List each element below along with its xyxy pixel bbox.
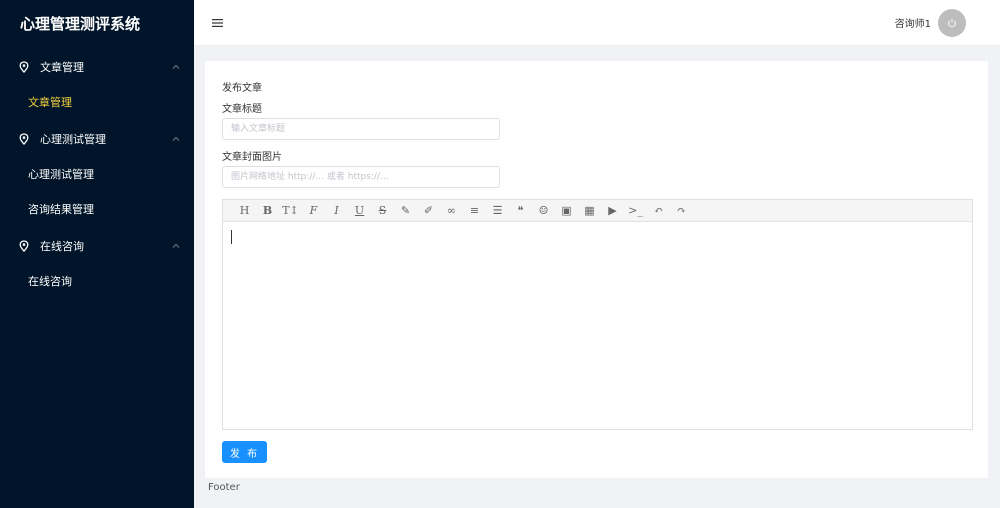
- strikethrough-icon[interactable]: S: [371, 200, 394, 222]
- emoji-icon[interactable]: ☺: [532, 200, 555, 222]
- code-icon[interactable]: >_: [624, 200, 647, 222]
- marker-icon[interactable]: ✎: [394, 200, 417, 222]
- editor-toolbar: H B T↕ F I U S ✎ ✐ ∞ ≡ ☰ ❝ ☺ ▣ ▦ ▶ >_ ↶ ↷: [223, 200, 972, 222]
- menu-header-label: 在线咨询: [40, 239, 84, 253]
- image-icon[interactable]: ▣: [555, 200, 578, 222]
- sidebar-item-consult-results[interactable]: 咨询结果管理: [0, 192, 194, 227]
- menu-header-articles[interactable]: 文章管理: [0, 48, 194, 85]
- menu-group-psych-tests: 心理测试管理 心理测试管理 咨询结果管理: [0, 120, 194, 227]
- app-title: 心理管理测评系统: [20, 15, 141, 33]
- cover-image-url-input[interactable]: [222, 166, 500, 188]
- sidebar-item-article-management[interactable]: 文章管理: [0, 85, 194, 120]
- sidebar-item-online-consult[interactable]: 在线咨询: [0, 264, 194, 299]
- text-caret: [231, 230, 232, 244]
- top-header: 咨询师1: [194, 0, 1000, 46]
- unordered-list-icon[interactable]: ≡: [463, 200, 486, 222]
- text-size-icon[interactable]: T↕: [279, 200, 302, 222]
- footer: Footer: [208, 482, 240, 493]
- editor-content-area[interactable]: [223, 222, 972, 429]
- underline-icon[interactable]: U: [348, 200, 371, 222]
- user-name[interactable]: 咨询师1: [895, 15, 931, 30]
- chevron-up-icon: [172, 135, 180, 143]
- bold-icon[interactable]: B: [256, 200, 279, 222]
- link-icon[interactable]: ∞: [440, 200, 463, 222]
- sidebar: 心理管理测评系统 文章管理 文章管理 心理测试管理 心理测试管理 咨询结果管理: [0, 0, 194, 508]
- menu-group-articles: 文章管理 文章管理: [0, 48, 194, 120]
- menu-header-online-consult[interactable]: 在线咨询: [0, 227, 194, 264]
- align-icon[interactable]: ☰: [486, 200, 509, 222]
- publish-button[interactable]: 发 布: [222, 441, 267, 463]
- article-title-input[interactable]: [222, 118, 500, 140]
- page-title: 发布文章: [222, 83, 262, 94]
- location-pin-icon: [18, 239, 30, 252]
- rich-text-editor: H B T↕ F I U S ✎ ✐ ∞ ≡ ☰ ❝ ☺ ▣ ▦ ▶ >_ ↶ ↷: [222, 199, 973, 430]
- sidebar-item-psych-test-management[interactable]: 心理测试管理: [0, 157, 194, 192]
- power-icon: [948, 18, 956, 27]
- cover-field-label: 文章封面图片: [222, 152, 282, 163]
- menu-toggle-icon[interactable]: [212, 18, 224, 28]
- video-icon[interactable]: ▶: [601, 200, 624, 222]
- brush-icon[interactable]: ✐: [417, 200, 440, 222]
- quote-icon[interactable]: ❝: [509, 200, 532, 222]
- undo-icon[interactable]: ↶: [647, 200, 670, 222]
- avatar[interactable]: [938, 8, 966, 37]
- title-field-label: 文章标题: [222, 104, 262, 115]
- chevron-up-icon: [172, 63, 180, 71]
- font-icon[interactable]: F: [302, 200, 325, 222]
- location-pin-icon: [18, 60, 30, 73]
- redo-icon[interactable]: ↷: [670, 200, 693, 222]
- location-pin-icon: [18, 132, 30, 145]
- italic-icon[interactable]: I: [325, 200, 348, 222]
- menu-header-psych-tests[interactable]: 心理测试管理: [0, 120, 194, 157]
- menu-header-label: 心理测试管理: [40, 132, 106, 146]
- chevron-up-icon: [172, 242, 180, 250]
- publish-article-card: 发布文章 文章标题 文章封面图片 HBT↕FIUS✎✐∞≡☰❝☺▣▦▶>_↶↷ …: [205, 61, 988, 478]
- menu-group-online-consult: 在线咨询 在线咨询: [0, 227, 194, 299]
- heading-icon[interactable]: H: [233, 200, 256, 222]
- menu-header-label: 文章管理: [40, 60, 84, 74]
- table-icon[interactable]: ▦: [578, 200, 601, 222]
